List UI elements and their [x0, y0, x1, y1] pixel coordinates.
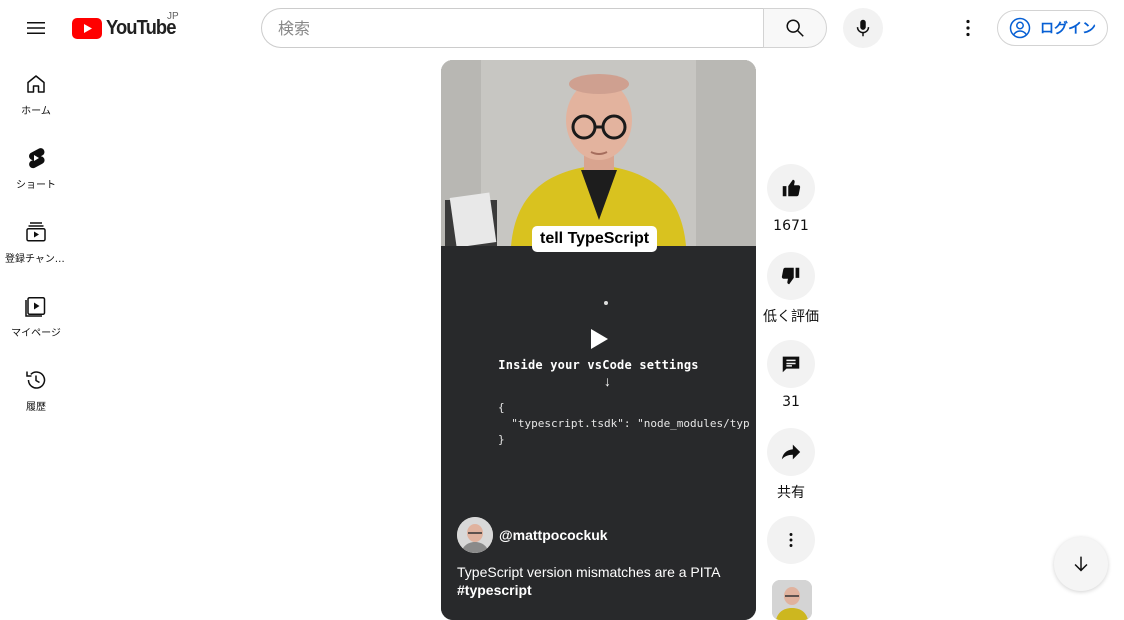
hashtag-link[interactable]: #typescript: [457, 582, 532, 598]
dislike-label: 低く評価: [763, 309, 819, 325]
guide-item-subscriptions[interactable]: 登録チャンネル: [4, 204, 68, 278]
youtube-play-logo-icon: [72, 17, 102, 39]
like-count: 1671: [773, 218, 809, 234]
subscriptions-icon: [24, 220, 48, 244]
thumbs-up-icon: [782, 179, 801, 197]
login-label: ログイン: [1040, 21, 1096, 37]
account-circle-icon: [1008, 16, 1032, 40]
arrow-down-glyph: ↓: [604, 373, 611, 389]
guide-item-shorts[interactable]: ショート: [4, 130, 68, 204]
caption-overlay: tell TypeScript: [532, 226, 658, 252]
channel-info[interactable]: @mattpocockuk: [457, 517, 608, 553]
dislike-action: 低く評価: [763, 252, 819, 326]
youtube-logo[interactable]: YouTube: [72, 15, 182, 41]
share-button[interactable]: [767, 428, 815, 476]
home-icon: [24, 72, 48, 96]
comment-count: 31: [782, 394, 800, 410]
masthead: YouTube JP ログイン: [0, 0, 1124, 56]
more-action: [767, 516, 815, 564]
comment-button[interactable]: [767, 340, 815, 388]
code-line: "typescript.tsdk": "node_modules/typ: [498, 417, 750, 430]
menu-icon[interactable]: [16, 8, 56, 48]
comment-action: 31: [767, 340, 815, 410]
code-snippet: { "typescript.tsdk": "node_modules/typ}: [498, 400, 750, 448]
login-button[interactable]: ログイン: [997, 10, 1108, 46]
more-vert-icon: [789, 533, 793, 547]
share-label: 共有: [777, 485, 805, 501]
comment-icon: [782, 356, 800, 373]
short-video-player[interactable]: tell TypeScript Inside your vsCode setti…: [441, 60, 756, 620]
arrow-down-icon: [1074, 556, 1088, 572]
like-button[interactable]: [767, 164, 815, 212]
code-line: }: [498, 433, 505, 446]
search-box: [261, 8, 827, 48]
more-actions-button[interactable]: [767, 516, 815, 564]
search-button[interactable]: [763, 8, 827, 48]
dislike-button[interactable]: [767, 252, 815, 300]
guide-item-history[interactable]: 履歴: [4, 352, 68, 426]
microphone-icon: [856, 19, 870, 37]
guide-label: ホーム: [21, 106, 51, 117]
logo-text: YouTube: [106, 16, 176, 39]
cursor-dot: [604, 301, 608, 305]
share-action: 共有: [767, 428, 815, 502]
video-frame-presenter: [441, 60, 756, 248]
history-icon: [24, 368, 48, 392]
next-short-thumbnail[interactable]: [772, 580, 812, 620]
voice-search-button[interactable]: [843, 8, 883, 48]
settings-more-button[interactable]: [948, 8, 988, 48]
share-arrow-icon: [781, 444, 801, 460]
guide-label: 登録チャンネル: [5, 254, 67, 265]
shorts-icon: [24, 146, 48, 170]
guide-label: 履歴: [26, 402, 46, 413]
more-vert-icon: [966, 19, 970, 37]
thumbs-down-icon: [781, 267, 800, 285]
play-button[interactable]: [588, 328, 610, 355]
guide-label: ショート: [16, 180, 56, 191]
search-input[interactable]: [261, 8, 763, 48]
short-title: TypeScript version mismatches are a PITA: [457, 564, 721, 580]
screen-text: Inside your vsCode settings: [498, 358, 699, 372]
code-line: {: [498, 401, 505, 414]
next-video-button[interactable]: [1054, 537, 1108, 591]
channel-handle[interactable]: @mattpocockuk: [499, 527, 608, 543]
guide-label: マイページ: [11, 328, 61, 339]
guide-item-library[interactable]: マイページ: [4, 278, 68, 352]
search-icon: [786, 19, 804, 37]
play-icon: [591, 329, 608, 349]
guide-item-home[interactable]: ホーム: [4, 56, 68, 130]
like-action: 1671: [767, 164, 815, 234]
library-icon: [24, 294, 48, 318]
country-code: JP: [167, 11, 179, 22]
channel-avatar[interactable]: [457, 517, 493, 553]
